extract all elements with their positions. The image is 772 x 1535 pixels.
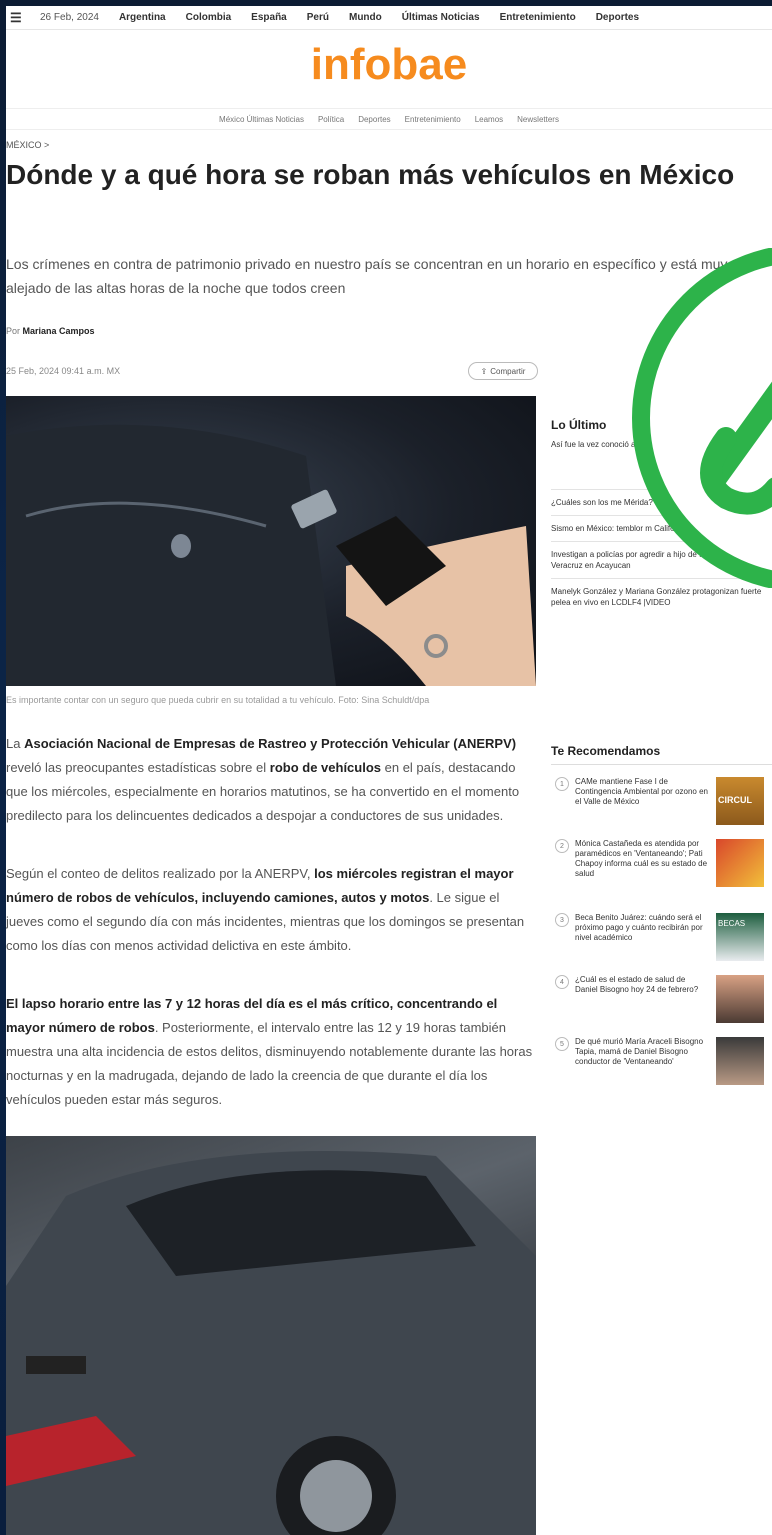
article-hero-image	[6, 396, 536, 686]
rank-number: 2	[555, 839, 569, 853]
byline-prefix: Por	[6, 326, 21, 336]
top-bar: ☰ 26 Feb, 2024 Argentina Colombia España…	[6, 6, 772, 30]
recommended-thumbnail[interactable]	[716, 1037, 764, 1085]
rank-number: 3	[555, 913, 569, 927]
p1-text-c: reveló las preocupantes estadísticas sob…	[6, 760, 270, 775]
paragraph-1: La Asociación Nacional de Empresas de Ra…	[6, 732, 536, 828]
recommended-item[interactable]: 2 Mónica Castañeda es atendida por param…	[551, 839, 772, 901]
menu-search-icon[interactable]: ☰	[10, 10, 30, 26]
recommended-item[interactable]: 1 CAMe mantiene Fase I de Contingencia A…	[551, 777, 772, 827]
recommended-text[interactable]: Beca Benito Juárez: cuándo será el próxi…	[575, 913, 710, 943]
share-button[interactable]: ⇪ Compartir	[468, 362, 538, 380]
subnav-entretenimiento[interactable]: Entretenimiento	[405, 115, 461, 124]
share-icon: ⇪	[480, 366, 488, 376]
section-nav: México Últimas Noticias Política Deporte…	[6, 108, 772, 130]
article-car-image	[6, 1136, 536, 1535]
recommended-thumbnail[interactable]: BECAS	[716, 913, 764, 961]
recommended-text[interactable]: CAMe mantiene Fase I de Contingencia Amb…	[575, 777, 710, 807]
p1-text-a: La	[6, 736, 25, 751]
nav-ultimas-noticias[interactable]: Últimas Noticias	[402, 12, 480, 23]
publish-date: 25 Feb, 2024 09:41 a.m. MX	[6, 366, 121, 376]
paragraph-2: Según el conteo de delitos realizado por…	[6, 862, 536, 958]
p1-bold-robo: robo de vehículos	[269, 760, 382, 775]
nav-deportes[interactable]: Deportes	[596, 12, 639, 23]
recommended-thumbnail[interactable]	[716, 975, 764, 1023]
recommended-title: Te Recomendamos	[551, 744, 772, 765]
recommended-text[interactable]: Mónica Castañeda es atendida por paraméd…	[575, 839, 710, 879]
recommended-item[interactable]: 4 ¿Cuál es el estado de salud de Daniel …	[551, 975, 772, 1025]
parked-car-illustration	[6, 1151, 536, 1535]
p1-bold-anerpv: Asociación Nacional de Empresas de Rastr…	[24, 736, 517, 751]
recommended-thumbnail[interactable]	[716, 839, 764, 887]
rank-number: 4	[555, 975, 569, 989]
recommended-text[interactable]: De qué murió María Araceli Bisogno Tapia…	[575, 1037, 710, 1067]
thumbnail-label: CIRCUL	[718, 795, 752, 805]
rank-number: 5	[555, 1037, 569, 1051]
article-page: ☰ 26 Feb, 2024 Argentina Colombia España…	[6, 6, 772, 1535]
link-icon	[632, 248, 772, 588]
p2-text-a: Según el conteo de delitos realizado por…	[6, 866, 315, 881]
image-caption: Es importante contar con un seguro que p…	[6, 695, 430, 705]
nav-peru[interactable]: Perú	[307, 12, 329, 23]
recommended-text[interactable]: ¿Cuál es el estado de salud de Daniel Bi…	[575, 975, 710, 995]
nav-colombia[interactable]: Colombia	[186, 12, 232, 23]
nav-mundo[interactable]: Mundo	[349, 12, 382, 23]
subnav-politica[interactable]: Política	[318, 115, 344, 124]
author-link[interactable]: Mariana Campos	[23, 326, 95, 336]
recommended-item[interactable]: 3 Beca Benito Juárez: cuándo será el pró…	[551, 913, 772, 963]
nav-espana[interactable]: España	[251, 12, 287, 23]
site-logo[interactable]: infobae	[6, 40, 772, 90]
thumbnail-label: BECAS	[718, 919, 746, 928]
subnav-leamos[interactable]: Leamos	[475, 115, 503, 124]
recommended-thumbnail[interactable]: CIRCUL	[716, 777, 764, 825]
recommended-sidebar: Te Recomendamos 1 CAMe mantiene Fase I d…	[551, 744, 772, 1087]
paragraph-3: El lapso horario entre las 7 y 12 horas …	[6, 992, 536, 1112]
current-date: 26 Feb, 2024	[40, 12, 99, 23]
byline: Por Mariana Campos	[6, 326, 95, 336]
subnav-newsletters[interactable]: Newsletters	[517, 115, 559, 124]
breadcrumb[interactable]: MÉXICO >	[6, 140, 49, 150]
recommended-item[interactable]: 5 De qué murió María Araceli Bisogno Tap…	[551, 1037, 772, 1087]
nav-argentina[interactable]: Argentina	[119, 12, 166, 23]
car-key-illustration	[6, 424, 536, 686]
subnav-deportes[interactable]: Deportes	[358, 115, 390, 124]
rank-number: 1	[555, 777, 569, 791]
subnav-mexico-ultimas[interactable]: México Últimas Noticias	[219, 115, 304, 124]
share-label: Compartir	[490, 366, 526, 376]
article-headline: Dónde y a qué hora se roban más vehículo…	[6, 159, 735, 190]
nav-entretenimiento[interactable]: Entretenimiento	[500, 12, 576, 23]
